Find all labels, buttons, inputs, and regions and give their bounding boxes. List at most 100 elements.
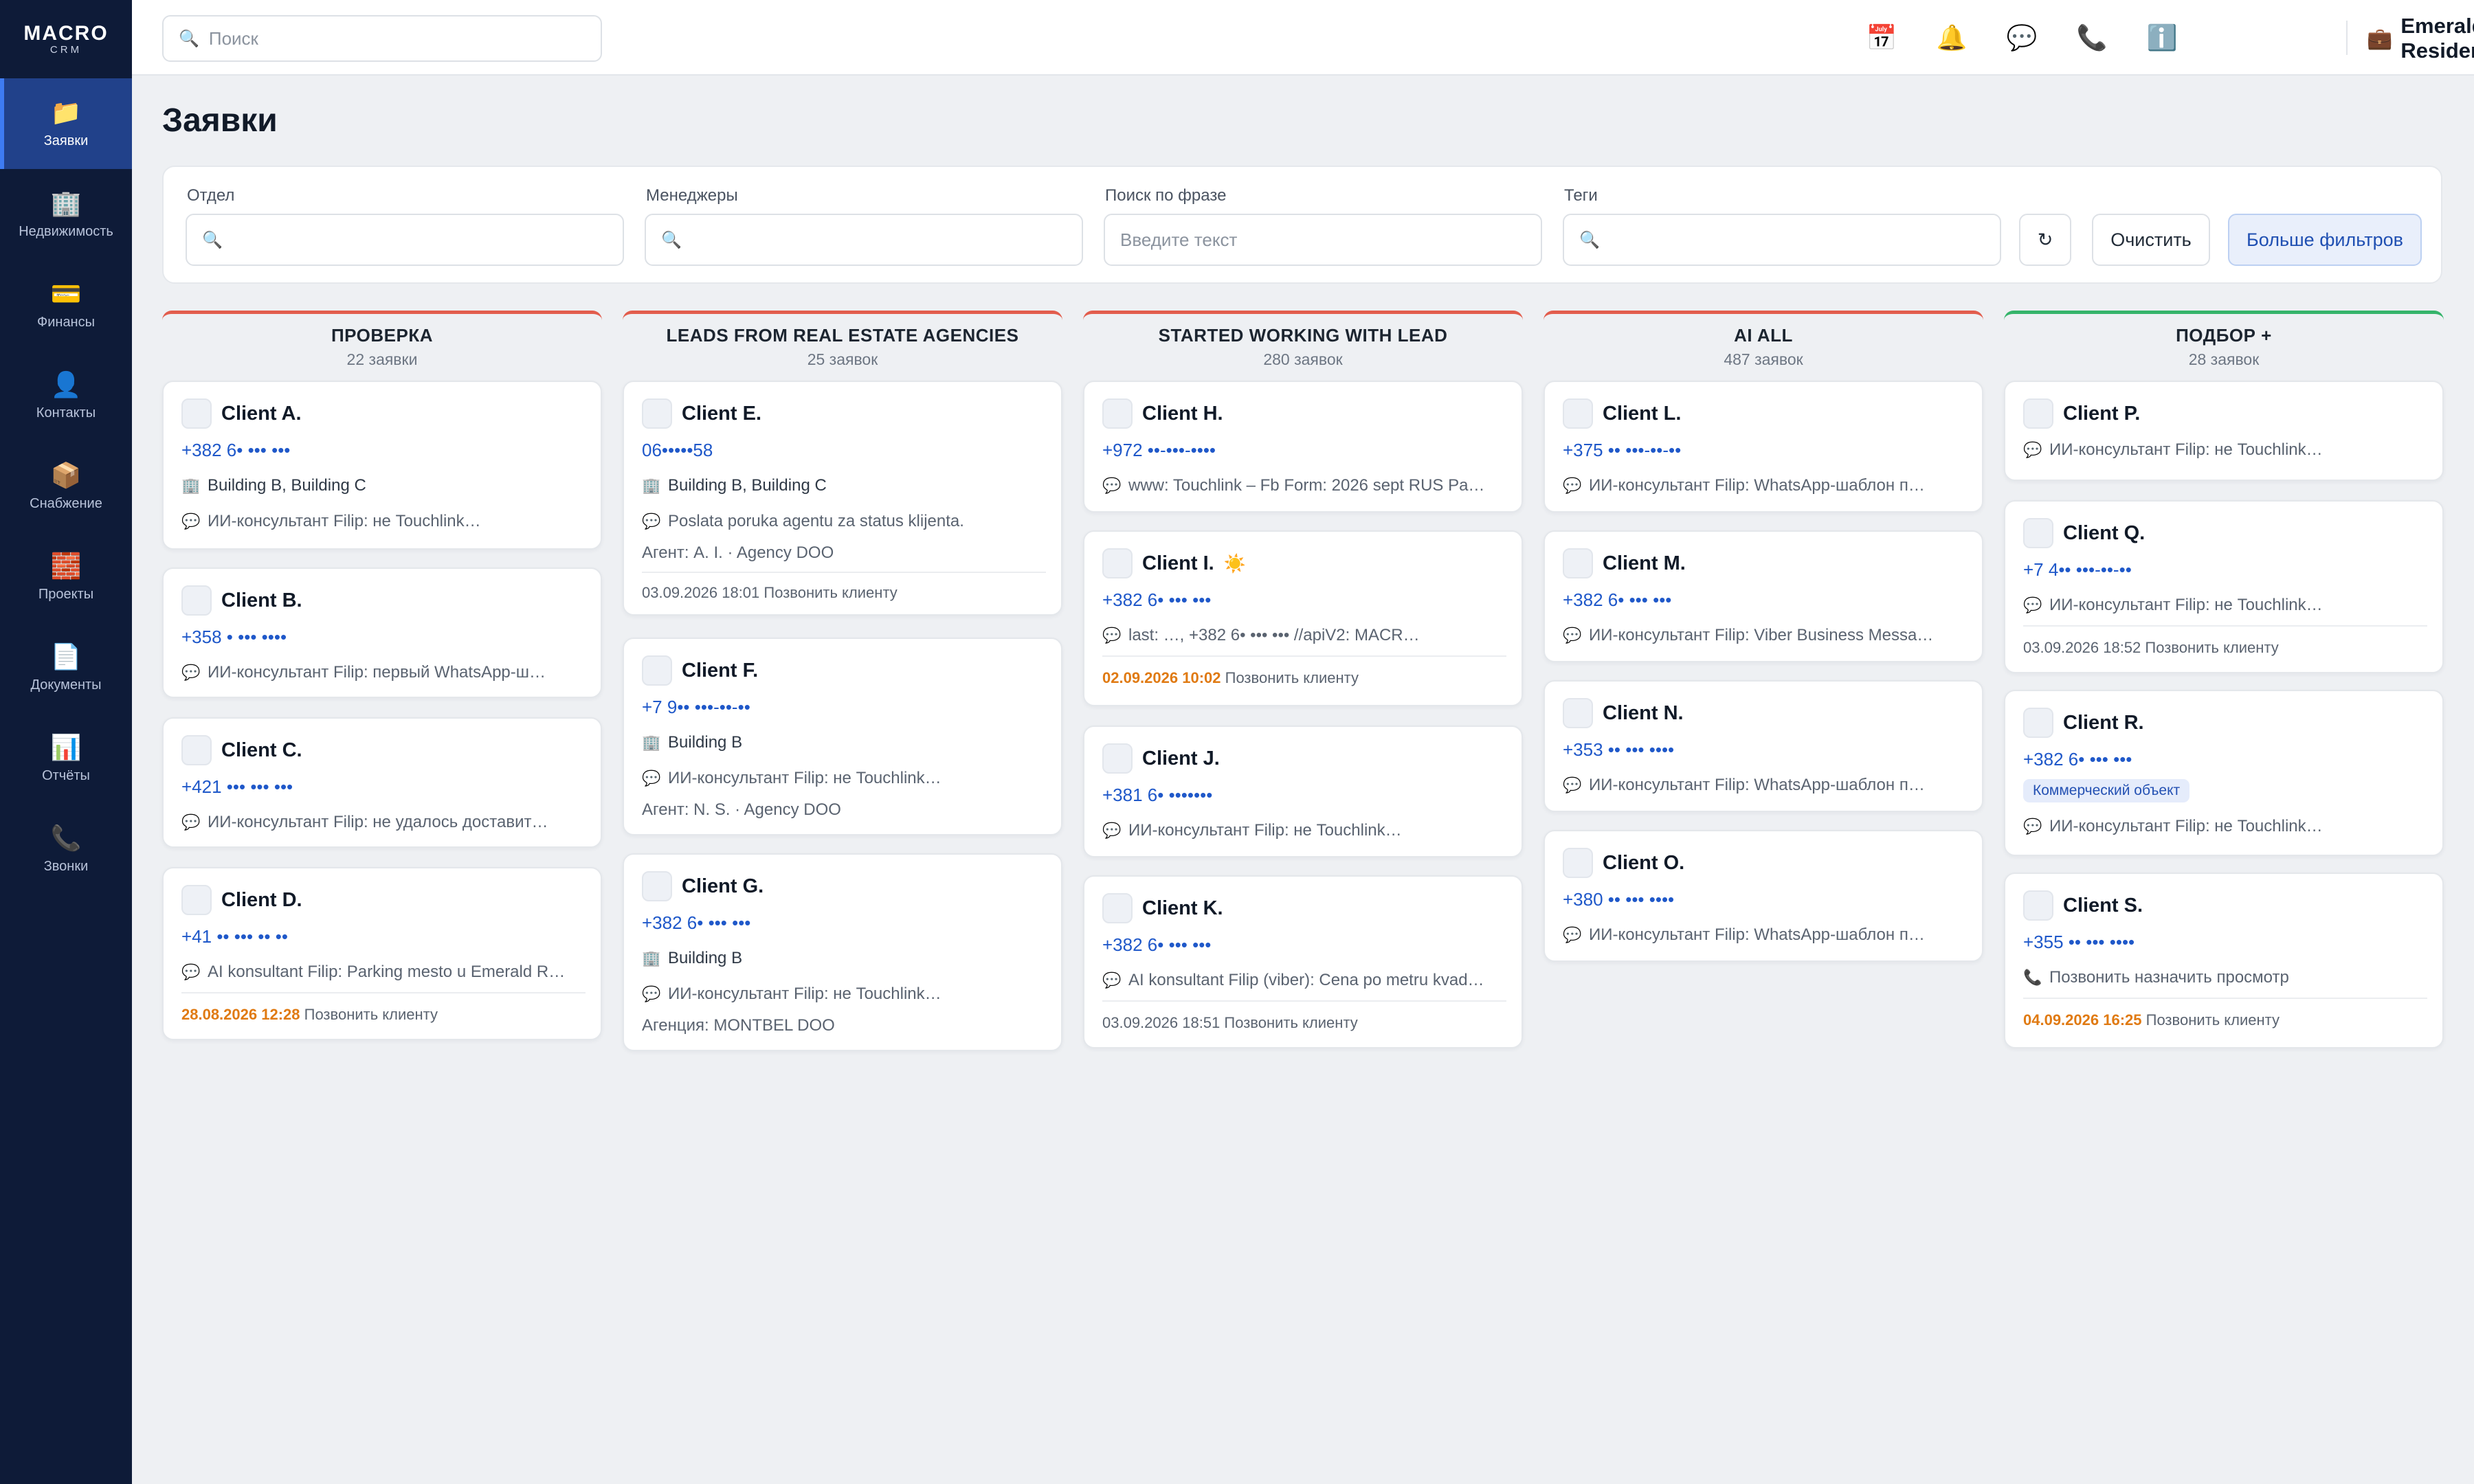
sidebar-item-reports[interactable]: 📊 Отчёты (0, 713, 132, 804)
chat-icon[interactable]: 💬 (2004, 21, 2040, 55)
card-checkbox[interactable] (642, 871, 672, 901)
lead-card[interactable]: Client R. +382 6• ••• ••• Коммерческий о… (2004, 690, 2444, 856)
card-checkbox[interactable] (2023, 708, 2053, 738)
client-phone[interactable]: +380 •• ••• •••• (1563, 888, 1674, 911)
logo-sub: CRM (49, 43, 82, 56)
client-phone[interactable]: +382 6• ••• ••• (1102, 933, 1211, 956)
lead-card[interactable]: Client F. +7 9•• •••-••-•• 🏢 Building B 💬… (623, 638, 1062, 835)
client-phone[interactable]: +358 • ••• •••• (181, 625, 287, 649)
card-checkbox[interactable] (642, 398, 672, 429)
lead-card[interactable]: Client L. +375 •• •••-••-•• 💬 ИИ-консульт… (1544, 381, 1983, 513)
card-checkbox[interactable] (1563, 848, 1593, 878)
company-switcher[interactable]: 💼 Emerald Residence (2367, 14, 2474, 63)
card-checkbox[interactable] (181, 398, 212, 429)
lead-card[interactable]: Client P. 💬 ИИ-консультант Filip: не Touc… (2004, 381, 2444, 481)
lead-card[interactable]: Client I. ☀️ +382 6• ••• ••• 💬 last: …, +3… (1083, 530, 1523, 706)
info-icon[interactable]: ℹ️ (2144, 21, 2180, 55)
lead-card[interactable]: Client K. +382 6• ••• ••• 💬 AI konsultant… (1083, 875, 1523, 1048)
card-checkbox[interactable] (1563, 398, 1593, 429)
due-date: 03.09.2026 18:52 (2023, 639, 2141, 656)
last-message: ИИ-консультант Filip: не Touchlink… (668, 985, 941, 1003)
card-checkbox[interactable] (1563, 548, 1593, 578)
card-checkbox[interactable] (2023, 890, 2053, 921)
app-logo[interactable]: MACRO CRM (0, 0, 132, 77)
department-select[interactable]: 🔍 (186, 214, 624, 266)
card-checkbox[interactable] (2023, 518, 2053, 548)
last-message: AI konsultant Filip (viber): Cena po met… (1128, 971, 1484, 989)
client-phone[interactable]: +972 ••-•••-•••• (1102, 438, 1216, 462)
lead-card[interactable]: Client Q. +7 4•• •••-••-•• 💬 ИИ-консульта… (2004, 500, 2444, 673)
card-checkbox[interactable] (1102, 743, 1133, 774)
bell-icon[interactable]: 🔔 (1934, 21, 1970, 55)
card-checkbox[interactable] (181, 735, 212, 765)
page-title: Заявки (162, 102, 278, 139)
sidebar-item-projects[interactable]: 🧱 Проекты (0, 532, 132, 622)
sidebar-item-supply[interactable]: 📦 Снабжение (0, 441, 132, 532)
lead-card[interactable]: Client G. +382 6• ••• ••• 🏢 Building B 💬 И… (623, 853, 1062, 1051)
sidebar-item-contacts[interactable]: 👤 Контакты (0, 350, 132, 441)
client-phone[interactable]: +382 6• ••• ••• (1102, 588, 1211, 611)
phone-icon[interactable]: 📞 (2074, 21, 2110, 55)
lead-card[interactable]: Client O. +380 •• ••• •••• 💬 ИИ-консульта… (1544, 830, 1983, 962)
lead-card[interactable]: Client C. +421 ••• ••• ••• 💬 ИИ-консульта… (162, 717, 602, 848)
card-divider (1102, 655, 1506, 657)
client-phone[interactable]: 06•••••58 (642, 438, 713, 462)
filter-label: Отдел (187, 186, 235, 205)
card-checkbox[interactable] (2023, 398, 2053, 429)
calendar-icon[interactable]: 📅 (1864, 21, 1899, 55)
due-date: 04.09.2026 16:25 (2023, 1011, 2142, 1028)
global-search-input[interactable] (208, 27, 586, 49)
lead-card[interactable]: Client H. +972 ••-•••-•••• 💬 www: Touchli… (1083, 381, 1523, 513)
card-checkbox[interactable] (181, 885, 212, 915)
client-phone[interactable]: +7 9•• •••-••-•• (642, 695, 750, 719)
managers-select[interactable]: 🔍 (645, 214, 1083, 266)
client-name: Client B. (221, 589, 302, 611)
more-filters-button[interactable]: Больше фильтров (2228, 214, 2422, 266)
sidebar-item-documents[interactable]: 📄 Документы (0, 622, 132, 713)
card-checkbox[interactable] (1563, 698, 1593, 728)
lead-card[interactable]: Client A. +382 6• ••• ••• 🏢 Building B, B… (162, 381, 602, 550)
logo-main: MACRO (23, 21, 109, 45)
card-checkbox[interactable] (1102, 548, 1133, 578)
lead-card[interactable]: Client M. +382 6• ••• ••• 💬 ИИ-консультан… (1544, 530, 1983, 662)
sidebar-item-requests[interactable]: 📁 Заявки (0, 78, 132, 169)
client-name: Client Q. (2063, 521, 2146, 544)
card-checkbox[interactable] (1102, 893, 1133, 923)
card-checkbox[interactable] (642, 655, 672, 686)
client-name: Client D. (221, 888, 302, 911)
global-search[interactable]: 🔍 (162, 15, 602, 62)
client-phone[interactable]: +421 ••• ••• ••• (181, 775, 293, 798)
client-phone[interactable]: +382 6• ••• ••• (2023, 747, 2132, 771)
lead-card[interactable]: Client S. +355 •• ••• •••• 📞 Позвонить на… (2004, 873, 2444, 1048)
tags-select[interactable]: 🔍 (1563, 214, 2001, 266)
refresh-button[interactable]: ↻ (2019, 214, 2071, 266)
sidebar-item-calls[interactable]: 📞 Звонки (0, 804, 132, 895)
column-title: AI ALL (1734, 325, 1793, 346)
client-phone[interactable]: +353 •• ••• •••• (1563, 738, 1674, 761)
lead-card[interactable]: Client B. +358 • ••• •••• 💬 ИИ-консультан… (162, 567, 602, 698)
clear-filters-button[interactable]: Очистить (2092, 214, 2210, 266)
phrase-search-input[interactable]: Введите текст (1104, 214, 1542, 266)
client-phone[interactable]: +375 •• •••-••-•• (1563, 438, 1681, 462)
tag-badge[interactable]: Коммерческий объект (2023, 779, 2190, 802)
lead-card[interactable]: Client N. +353 •• ••• •••• 💬 ИИ-консульта… (1544, 680, 1983, 812)
client-phone[interactable]: +41 •• ••• •• •• (181, 925, 288, 948)
client-phone[interactable]: +382 6• ••• ••• (1563, 588, 1671, 611)
card-checkbox[interactable] (181, 585, 212, 616)
agency-info: Агенция: MONTBEL DOO (642, 1016, 835, 1035)
column-title: ПРОВЕРКА (331, 325, 433, 346)
sidebar-item-real-estate[interactable]: 🏢 Недвижимость (0, 169, 132, 260)
message-icon: 💬 (1563, 477, 1582, 494)
client-name: Client M. (1603, 552, 1686, 574)
client-phone[interactable]: +382 6• ••• ••• (181, 438, 290, 462)
client-phone[interactable]: +7 4•• •••-••-•• (2023, 558, 2132, 581)
card-checkbox[interactable] (1102, 398, 1133, 429)
client-phone[interactable]: +355 •• ••• •••• (2023, 930, 2135, 954)
client-phone[interactable]: +382 6• ••• ••• (642, 911, 750, 934)
column-title: ПОДБОР + (2176, 325, 2272, 346)
lead-card[interactable]: Client D. +41 •• ••• •• •• 💬 AI konsultan… (162, 867, 602, 1040)
sidebar-item-finance[interactable]: 💳 Финансы (0, 260, 132, 350)
lead-card[interactable]: Client E. 06•••••58 🏢 Building B, Buildin… (623, 381, 1062, 616)
client-phone[interactable]: +381 6• ••••••• (1102, 783, 1212, 807)
lead-card[interactable]: Client J. +381 6• ••••••• 💬 ИИ-консультан… (1083, 726, 1523, 857)
